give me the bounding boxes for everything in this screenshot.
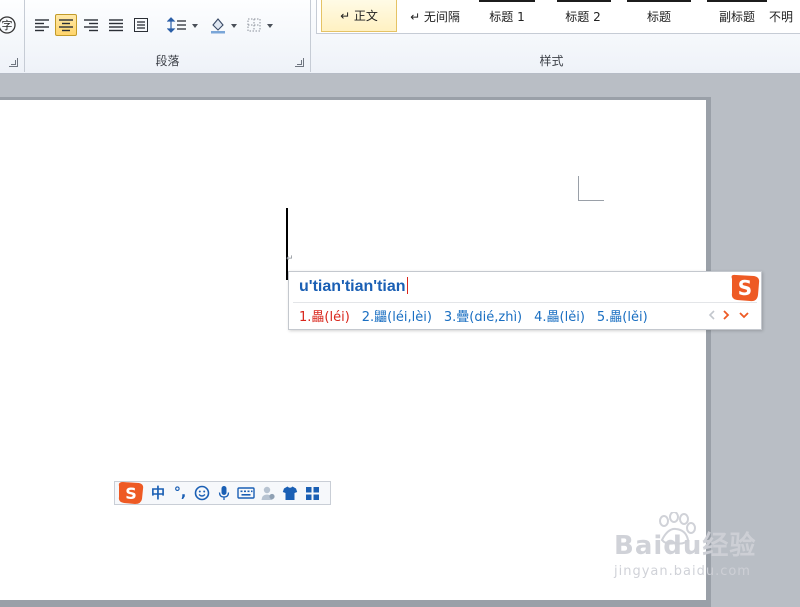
expand-candidates-icon[interactable] — [737, 308, 751, 322]
style-title[interactable]: 标题 — [621, 0, 697, 33]
ime-pinyin-input: u'tian'tian'tian — [299, 278, 406, 295]
ime-status-bar: S 中 °, — [114, 481, 331, 505]
svg-text:S: S — [125, 484, 137, 503]
ime-caret — [406, 277, 408, 294]
style-subtle-emphasis[interactable]: 不明 — [769, 0, 800, 33]
distributed-icon — [134, 18, 148, 32]
watermark-url: jingyan.baidu.com — [614, 564, 751, 579]
style-normal-label: ↵ 正文 — [340, 9, 378, 23]
style-normal[interactable]: ↵ 正文 — [321, 0, 397, 32]
keyboard-icon[interactable] — [235, 482, 257, 504]
style-subtle-emphasis-label: 不明 — [769, 10, 794, 24]
styles-group-label: 样式 — [539, 54, 564, 68]
shading-dropdown-icon[interactable] — [231, 24, 237, 28]
shading-button[interactable] — [207, 14, 229, 36]
line-spacing-dropdown-icon[interactable] — [192, 24, 198, 28]
text-cursor — [286, 208, 288, 280]
heading-1-preview — [479, 0, 535, 2]
align-left-button[interactable] — [31, 14, 53, 36]
align-center-icon — [59, 19, 73, 32]
ime-candidate-window: u'tian'tian'tian S 1.畾(léi) 2.鼺(léi,lèi)… — [288, 271, 762, 330]
candidate-1[interactable]: 1.畾(léi) — [299, 306, 350, 326]
shirt-icon[interactable] — [279, 482, 301, 504]
user-icon[interactable] — [257, 482, 279, 504]
styles-gallery: ↵ 正文 ↵ 无间隔 标题 1 标题 2 标题 副标题 不明 — [316, 0, 800, 34]
microphone-icon[interactable] — [213, 482, 235, 504]
line-spacing-icon — [167, 17, 186, 33]
style-subtitle-label: 副标题 — [718, 10, 755, 24]
borders-dropdown-icon[interactable] — [267, 24, 273, 28]
document-page[interactable] — [0, 100, 706, 600]
chinese-mode-toggle[interactable]: 中 — [147, 482, 169, 504]
candidate-3[interactable]: 3.疊(dié,zhì) — [444, 306, 522, 326]
paragraph-group: 段落 — [25, 0, 310, 73]
sogou-bar-logo-icon[interactable]: S — [115, 482, 147, 504]
margin-corner-mark — [578, 176, 604, 201]
ime-composition-text: u'tian'tian'tian — [299, 277, 408, 296]
style-heading-2-label: 标题 2 — [565, 10, 601, 24]
paragraph-dialog-launcher[interactable] — [295, 58, 304, 67]
prev-page-icon[interactable] — [705, 308, 719, 322]
line-spacing-button[interactable] — [165, 14, 193, 36]
shading-bucket-icon — [211, 18, 225, 34]
punctuation-toggle[interactable]: °, — [169, 482, 191, 504]
align-right-button[interactable] — [80, 14, 102, 36]
candidate-4[interactable]: 4.畾(lěi) — [534, 306, 585, 326]
candidate-5[interactable]: 5.畾(lěi) — [597, 306, 648, 326]
paragraph-group-label: 段落 — [155, 54, 180, 68]
style-no-spacing-label: ↵ 无间隔 — [410, 10, 460, 24]
style-no-spacing[interactable]: ↵ 无间隔 — [397, 0, 473, 33]
candidate-2[interactable]: 2.鼺(léi,lèi) — [362, 306, 432, 326]
svg-text:S: S — [738, 276, 752, 300]
paragraph-mark: ↵ — [286, 254, 294, 264]
style-subtitle[interactable]: 副标题 — [699, 0, 775, 33]
subtitle-preview — [707, 0, 767, 2]
smiley-icon[interactable] — [191, 482, 213, 504]
heading-2-preview — [557, 0, 611, 2]
borders-button[interactable] — [243, 14, 265, 36]
align-left-icon — [35, 19, 49, 32]
baidu-watermark: Baidu经验 jingyan.baidu.com — [614, 532, 756, 579]
apps-grid-icon[interactable] — [301, 482, 323, 504]
justify-icon — [109, 19, 123, 32]
title-preview — [627, 0, 691, 2]
style-heading-1-label: 标题 1 — [489, 10, 525, 24]
font-dialog-launcher[interactable] — [9, 58, 18, 67]
style-heading-2[interactable]: 标题 2 — [545, 0, 621, 33]
distributed-button[interactable] — [130, 14, 152, 36]
svg-text:字: 字 — [2, 18, 13, 32]
candidate-list: 1.畾(léi) 2.鼺(léi,lèi) 3.疊(dié,zhì) 4.畾(l… — [299, 306, 660, 326]
style-heading-1[interactable]: 标题 1 — [469, 0, 545, 33]
style-title-label: 标题 — [646, 10, 671, 24]
char-circle-icon: 字 — [0, 16, 16, 34]
character-border-button[interactable]: 字 — [0, 14, 18, 36]
font-group-partial: 字 — [0, 0, 24, 73]
ribbon: 字 段落 样式 ↵ 正文 ↵ 无间隔 标题 1 标题 2 标题 副标题 不明 — [0, 0, 800, 74]
watermark-title: Baidu经验 — [614, 531, 757, 561]
ime-separator — [293, 302, 757, 303]
justify-button[interactable] — [105, 14, 127, 36]
borders-icon — [247, 18, 261, 32]
align-right-icon — [84, 19, 98, 32]
align-center-button[interactable] — [55, 14, 77, 36]
next-page-icon[interactable] — [719, 308, 733, 322]
